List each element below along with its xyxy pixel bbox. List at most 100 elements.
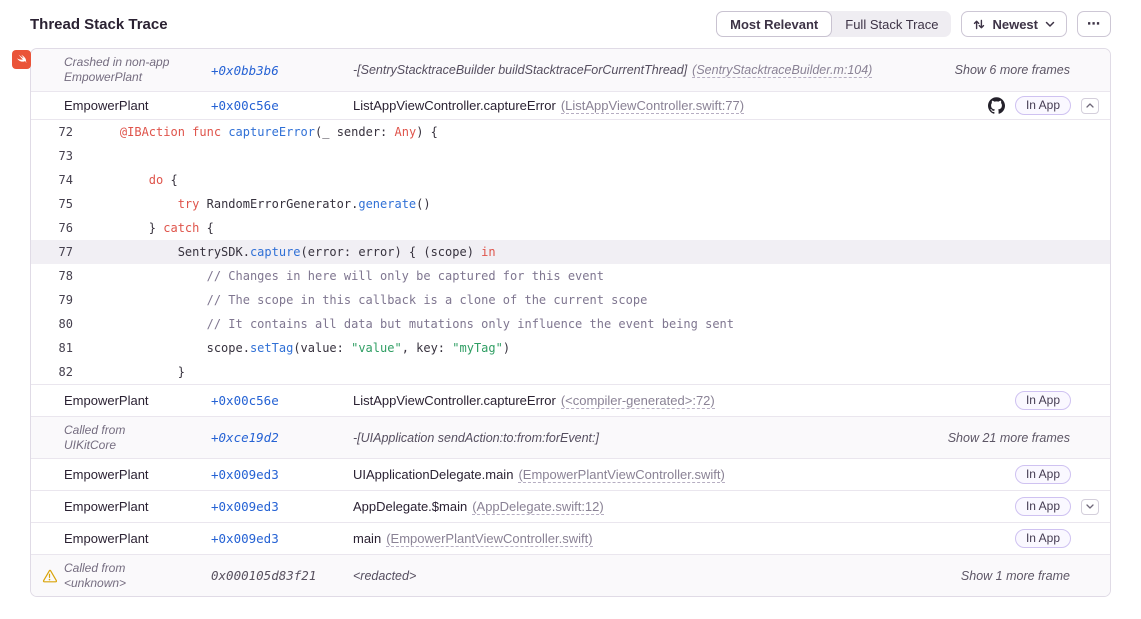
frame-file[interactable]: (AppDelegate.swift:12): [472, 499, 604, 515]
frame-address: +0x00c56e: [211, 393, 353, 408]
code-text: scope.setTag(value: "value", key: "myTag…: [73, 336, 510, 360]
frame-function: -[UIApplication sendAction:to:from:forEv…: [353, 431, 599, 445]
stack-frame-row[interactable]: EmpowerPlant +0x009ed3 AppDelegate.$main…: [31, 490, 1110, 522]
swift-icon: [12, 50, 31, 69]
code-text: @IBAction func captureError(_ sender: An…: [73, 120, 438, 144]
stack-frame-row-system[interactable]: Called from UIKitCore +0xce19d2 -[UIAppl…: [31, 416, 1110, 458]
in-app-badge: In App: [1015, 391, 1071, 410]
chevron-down-icon: [1045, 21, 1055, 28]
code-line-81: 81 scope.setTag(value: "value", key: "my…: [31, 336, 1110, 360]
stack-trace-header: Thread Stack Trace Most Relevant Full St…: [30, 0, 1111, 48]
line-number: 72: [31, 120, 73, 144]
frame-module: EmpowerPlant: [64, 531, 211, 546]
code-text: // The scope in this callback is a clone…: [73, 288, 647, 312]
chevron-slot-empty: [1081, 531, 1099, 547]
frame-file[interactable]: (EmpowerPlantViewController.swift): [386, 531, 592, 547]
stack-frame-row[interactable]: EmpowerPlant +0x009ed3 main (EmpowerPlan…: [31, 522, 1110, 554]
frame-address: +0x009ed3: [211, 467, 353, 482]
frame-function-cell: <redacted> Show 1 more frame: [353, 569, 1110, 583]
frame-file[interactable]: (ListAppViewController.swift:77): [561, 98, 744, 114]
code-text: } catch {: [73, 216, 214, 240]
frame-function: UIApplicationDelegate.main: [353, 467, 513, 482]
chevron-slot-empty: [1081, 393, 1099, 409]
stack-frame-row-crashed[interactable]: Crashed in non-app EmpowerPlant +0x0bb3b…: [31, 49, 1110, 91]
frame-address: +0x0bb3b6: [211, 63, 353, 78]
in-app-badge: In App: [1015, 497, 1071, 516]
page-title: Thread Stack Trace: [30, 16, 168, 33]
frame-module: Called from UIKitCore: [64, 423, 211, 453]
stack-trace-panel: Crashed in non-app EmpowerPlant +0x0bb3b…: [30, 48, 1111, 597]
line-number: 78: [31, 264, 73, 288]
frame-function-cell: -[SentryStacktraceBuilder buildStacktrac…: [353, 63, 1110, 78]
frame-address: +0x009ed3: [211, 531, 353, 546]
show-more-frames[interactable]: Show 6 more frames: [955, 63, 1110, 77]
stack-frame-row-unknown[interactable]: Called from <unknown> 0x000105d83f21 <re…: [31, 554, 1110, 596]
line-number: 77: [31, 240, 73, 264]
line-number: 76: [31, 216, 73, 240]
frame-function: AppDelegate.$main: [353, 499, 467, 514]
frame-badges: In App: [1015, 391, 1110, 410]
line-number: 82: [31, 360, 73, 384]
ellipsis-icon: ⋯: [1087, 16, 1101, 32]
github-icon[interactable]: [988, 97, 1005, 114]
frame-module: Crashed in non-app EmpowerPlant: [64, 55, 211, 85]
frame-file[interactable]: (<compiler-generated>:72): [561, 393, 715, 409]
module-line-1: Crashed in non-app: [64, 55, 211, 70]
line-number: 80: [31, 312, 73, 336]
module-line-2: <unknown>: [64, 576, 211, 591]
frame-badges: In App: [1015, 465, 1110, 484]
frame-address: +0x009ed3: [211, 499, 353, 514]
stack-frame-row-expanded[interactable]: EmpowerPlant +0x00c56e ListAppViewContro…: [31, 91, 1110, 119]
frame-function-cell: AppDelegate.$main (AppDelegate.swift:12): [353, 499, 1015, 515]
toggle-full-stack-trace[interactable]: Full Stack Trace: [832, 11, 951, 37]
frame-address: +0xce19d2: [211, 430, 353, 445]
warning-icon: [42, 569, 57, 583]
stack-frame-row[interactable]: EmpowerPlant +0x00c56e ListAppViewContro…: [31, 384, 1110, 416]
code-line-80: 80 // It contains all data but mutations…: [31, 312, 1110, 336]
collapse-frame-button[interactable]: [1081, 98, 1099, 114]
code-line-76: 76 } catch {: [31, 216, 1110, 240]
module-line-2: UIKitCore: [64, 438, 211, 453]
expand-frame-button[interactable]: [1081, 499, 1099, 515]
line-number: 75: [31, 192, 73, 216]
frame-icon-slot: [31, 569, 64, 583]
in-app-badge: In App: [1015, 96, 1071, 115]
toggle-most-relevant[interactable]: Most Relevant: [716, 11, 832, 37]
chevron-down-icon: [1086, 504, 1094, 509]
frame-module: EmpowerPlant: [64, 98, 211, 113]
frame-file[interactable]: (EmpowerPlantViewController.swift): [518, 467, 724, 483]
frame-function-cell: ListAppViewController.captureError (<com…: [353, 393, 1015, 409]
frame-address: 0x000105d83f21: [211, 568, 353, 583]
frame-module: EmpowerPlant: [64, 393, 211, 408]
show-more-frames[interactable]: Show 1 more frame: [961, 569, 1110, 583]
frame-badges: In App: [1015, 529, 1110, 548]
module-line-1: Called from: [64, 423, 211, 438]
code-line-75: 75 try RandomErrorGenerator.generate(): [31, 192, 1110, 216]
frame-file[interactable]: (SentryStacktraceBuilder.m:104): [692, 63, 872, 78]
frame-address: +0x00c56e: [211, 98, 353, 113]
stack-frame-row[interactable]: EmpowerPlant +0x009ed3 UIApplicationDele…: [31, 458, 1110, 490]
code-text: [73, 144, 91, 168]
frame-function-cell: UIApplicationDelegate.main (EmpowerPlant…: [353, 467, 1015, 483]
frame-function: main: [353, 531, 381, 546]
code-text: try RandomErrorGenerator.generate(): [73, 192, 431, 216]
line-number: 74: [31, 168, 73, 192]
line-number: 81: [31, 336, 73, 360]
sort-button-label: Newest: [992, 17, 1038, 32]
code-line-73: 73: [31, 144, 1110, 168]
code-line-78: 78 // Changes in here will only be captu…: [31, 264, 1110, 288]
frame-function-cell: main (EmpowerPlantViewController.swift): [353, 531, 1015, 547]
view-toggle: Most Relevant Full Stack Trace: [716, 11, 951, 37]
sort-arrows-icon: [973, 18, 985, 31]
frame-function-cell: ListAppViewController.captureError (List…: [353, 98, 988, 114]
frame-module: EmpowerPlant: [64, 467, 211, 482]
sort-button[interactable]: Newest: [961, 11, 1067, 37]
frame-module: EmpowerPlant: [64, 499, 211, 514]
frame-function: -[SentryStacktraceBuilder buildStacktrac…: [353, 63, 687, 77]
frame-badges: In App: [1015, 497, 1110, 516]
show-more-frames[interactable]: Show 21 more frames: [948, 431, 1110, 445]
more-options-button[interactable]: ⋯: [1077, 11, 1111, 37]
code-line-74: 74 do {: [31, 168, 1110, 192]
code-text: SentrySDK.capture(error: error) { (scope…: [73, 240, 496, 264]
chevron-up-icon: [1086, 103, 1094, 108]
